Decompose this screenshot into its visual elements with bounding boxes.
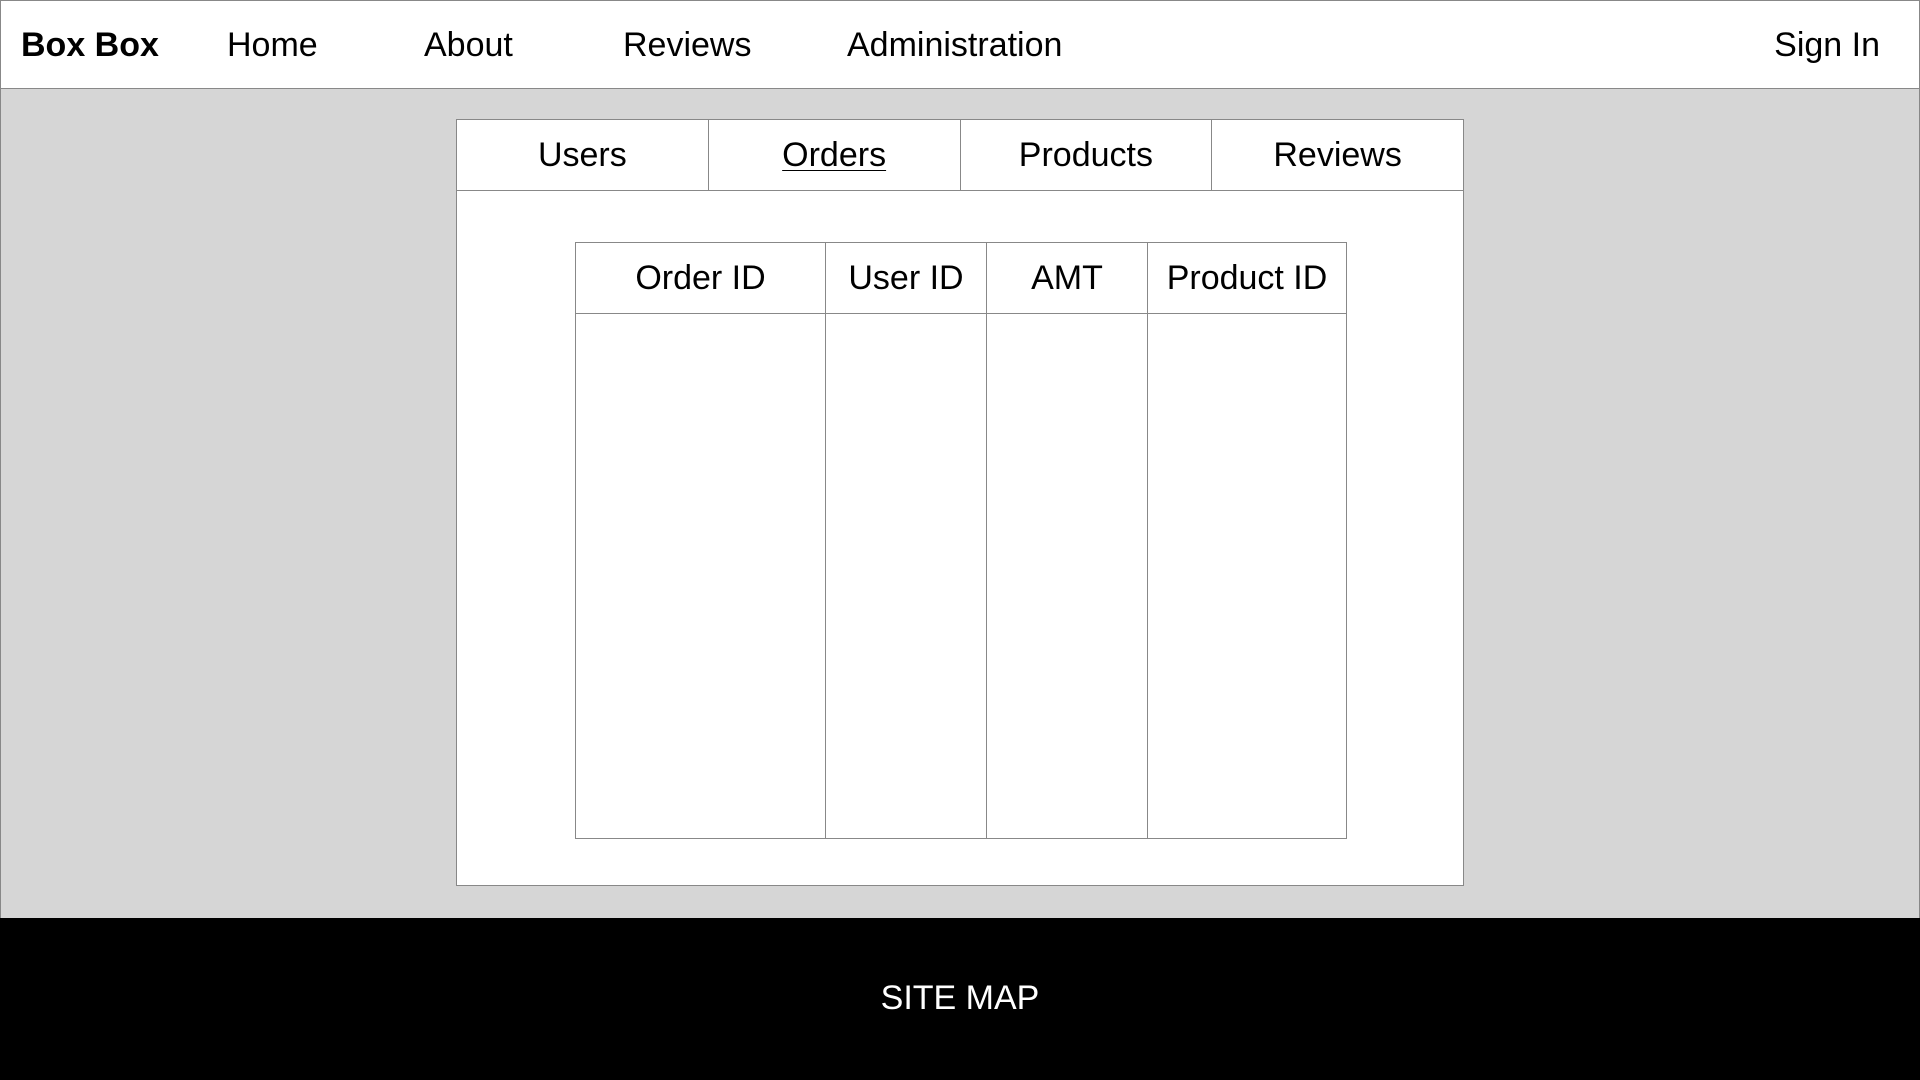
tab-label: Users (537, 136, 627, 174)
tab-label: Reviews (1273, 136, 1402, 174)
column-header-user-id[interactable]: User ID (825, 242, 987, 314)
tab-products[interactable]: Products (961, 120, 1213, 190)
tab-label-active: Orders (782, 136, 887, 174)
nav-link-reviews[interactable]: Reviews (623, 1, 751, 90)
tab-label: Products (1018, 136, 1153, 174)
site-map-link[interactable]: SITE MAP (881, 979, 1040, 1018)
nav-link-about[interactable]: About (424, 1, 513, 90)
nav-link-home[interactable]: Home (227, 1, 318, 90)
column-header-amt[interactable]: AMT (986, 242, 1148, 314)
tab-users[interactable]: Users (457, 120, 709, 190)
table-cell (1147, 313, 1347, 839)
table-empty-row (575, 313, 1347, 839)
top-nav: Box Box Home About Reviews Administratio… (0, 0, 1920, 89)
column-header-product-id[interactable]: Product ID (1147, 242, 1347, 314)
footer: SITE MAP (0, 918, 1920, 1080)
table-cell (575, 313, 826, 839)
brand-logo[interactable]: Box Box (21, 1, 159, 90)
tab-orders[interactable]: Orders (709, 120, 961, 190)
tab-reviews[interactable]: Reviews (1212, 120, 1463, 190)
sign-in-link[interactable]: Sign In (1774, 1, 1880, 90)
nav-link-administration[interactable]: Administration (847, 1, 1062, 90)
table-header-row: Order ID User ID AMT Product ID (575, 242, 1347, 314)
orders-table: Order ID User ID AMT Product ID (575, 242, 1347, 839)
table-cell (825, 313, 987, 839)
column-header-order-id[interactable]: Order ID (575, 242, 826, 314)
table-cell (986, 313, 1148, 839)
admin-panel: Users Orders Products Reviews Order ID U… (456, 119, 1464, 886)
admin-tabs: Users Orders Products Reviews (457, 120, 1463, 191)
